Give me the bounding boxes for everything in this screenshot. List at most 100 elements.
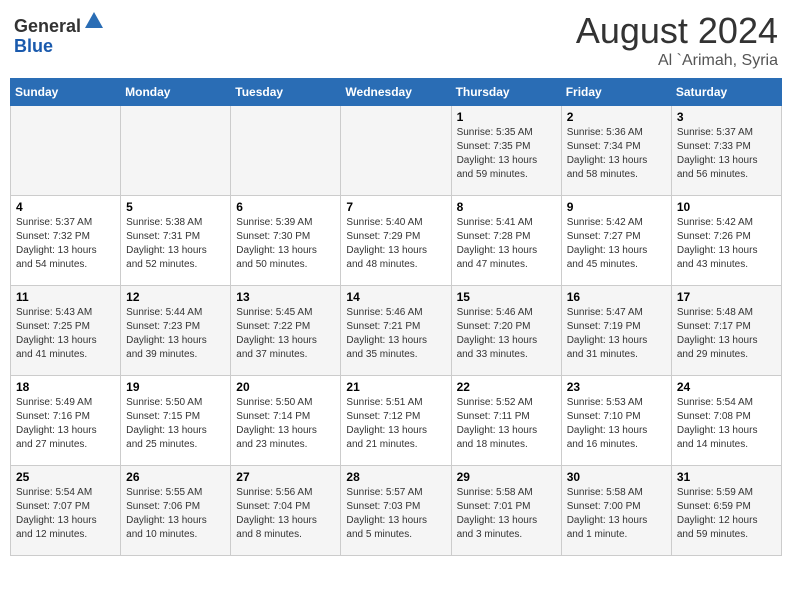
- day-number: 3: [677, 110, 776, 124]
- day-number: 5: [126, 200, 225, 214]
- week-row-2: 4Sunrise: 5:37 AM Sunset: 7:32 PM Daylig…: [11, 196, 782, 286]
- day-cell-5: 5 Sunrise: 5:38 AM Sunset: 7:31 PM Daylig…: [121, 196, 231, 286]
- month-year: August 2024: [576, 10, 778, 52]
- day-number: 6: [236, 200, 335, 214]
- day-info: Sunrise: 5:54 AM Sunset: 7:07 PM Dayligh…: [16, 486, 115, 542]
- day-info: Sunrise: 5:40 AM Sunset: 7:29 PM Dayligh…: [346, 216, 445, 272]
- week-row-1: 1Sunrise: 5:35 AM Sunset: 7:35 PM Daylig…: [11, 106, 782, 196]
- day-cell-2: 2Sunrise: 5:36 AM Sunset: 7:34 PM Daylig…: [561, 106, 671, 196]
- weekday-header-row: SundayMondayTuesdayWednesdayThursdayFrid…: [11, 79, 782, 106]
- day-cell-3: 3 Sunrise: 5:37 AM Sunset: 7:33 PM Daylig…: [671, 106, 781, 196]
- logo: General Blue: [14, 10, 105, 57]
- day-cell-27: 27 Sunrise: 5:56 AM Sunset: 7:04 PM Dayli…: [231, 466, 341, 556]
- day-cell-17: 17 Sunrise: 5:48 AM Sunset: 7:17 PM Dayli…: [671, 286, 781, 376]
- day-number: 31: [677, 470, 776, 484]
- weekday-header-saturday: Saturday: [671, 79, 781, 106]
- day-cell-20: 20 Sunrise: 5:50 AM Sunset: 7:14 PM Dayli…: [231, 376, 341, 466]
- day-info: Sunrise: 5:37 AM Sunset: 7:33 PM Dayligh…: [677, 126, 776, 182]
- day-number: 30: [567, 470, 666, 484]
- day-cell-8: 8 Sunrise: 5:41 AM Sunset: 7:28 PM Daylig…: [451, 196, 561, 286]
- day-cell-14: 14Sunrise: 5:46 AM Sunset: 7:21 PM Dayli…: [341, 286, 451, 376]
- day-cell-31: 31 Sunrise: 5:59 AM Sunset: 6:59 PM Dayli…: [671, 466, 781, 556]
- day-cell-12: 12 Sunrise: 5:44 AM Sunset: 7:23 PM Dayli…: [121, 286, 231, 376]
- day-info: Sunrise: 5:45 AM Sunset: 7:22 PM Dayligh…: [236, 306, 335, 362]
- logo-blue: Blue: [14, 36, 53, 56]
- location: Al `Arimah, Syria: [576, 52, 778, 70]
- day-number: 4: [16, 200, 115, 214]
- day-cell-30: 30 Sunrise: 5:58 AM Sunset: 7:00 PM Dayli…: [561, 466, 671, 556]
- day-info: Sunrise: 5:48 AM Sunset: 7:17 PM Dayligh…: [677, 306, 776, 362]
- day-number: 13: [236, 290, 335, 304]
- day-cell-25: 25 Sunrise: 5:54 AM Sunset: 7:07 PM Dayli…: [11, 466, 121, 556]
- day-number: 22: [457, 380, 556, 394]
- day-cell-26: 26 Sunrise: 5:55 AM Sunset: 7:06 PM Dayli…: [121, 466, 231, 556]
- day-number: 16: [567, 290, 666, 304]
- day-cell-7: 7 Sunrise: 5:40 AM Sunset: 7:29 PM Daylig…: [341, 196, 451, 286]
- day-cell-21: 21Sunrise: 5:51 AM Sunset: 7:12 PM Dayli…: [341, 376, 451, 466]
- empty-cell: [11, 106, 121, 196]
- day-info: Sunrise: 5:56 AM Sunset: 7:04 PM Dayligh…: [236, 486, 335, 542]
- day-info: Sunrise: 5:58 AM Sunset: 7:01 PM Dayligh…: [457, 486, 556, 542]
- day-info: Sunrise: 5:52 AM Sunset: 7:11 PM Dayligh…: [457, 396, 556, 452]
- day-info: Sunrise: 5:36 AM Sunset: 7:34 PM Dayligh…: [567, 126, 666, 182]
- day-cell-1: 1Sunrise: 5:35 AM Sunset: 7:35 PM Daylig…: [451, 106, 561, 196]
- day-info: Sunrise: 5:55 AM Sunset: 7:06 PM Dayligh…: [126, 486, 225, 542]
- day-cell-24: 24 Sunrise: 5:54 AM Sunset: 7:08 PM Dayli…: [671, 376, 781, 466]
- day-cell-23: 23Sunrise: 5:53 AM Sunset: 7:10 PM Dayli…: [561, 376, 671, 466]
- day-number: 9: [567, 200, 666, 214]
- day-number: 20: [236, 380, 335, 394]
- day-info: Sunrise: 5:59 AM Sunset: 6:59 PM Dayligh…: [677, 486, 776, 542]
- day-cell-28: 28 Sunrise: 5:57 AM Sunset: 7:03 PM Dayli…: [341, 466, 451, 556]
- day-number: 26: [126, 470, 225, 484]
- empty-cell: [121, 106, 231, 196]
- day-info: Sunrise: 5:44 AM Sunset: 7:23 PM Dayligh…: [126, 306, 225, 362]
- day-cell-9: 9 Sunrise: 5:42 AM Sunset: 7:27 PM Daylig…: [561, 196, 671, 286]
- day-cell-10: 10 Sunrise: 5:42 AM Sunset: 7:26 PM Dayli…: [671, 196, 781, 286]
- day-info: Sunrise: 5:42 AM Sunset: 7:26 PM Dayligh…: [677, 216, 776, 272]
- day-number: 18: [16, 380, 115, 394]
- header: General Blue August 2024 Al `Arimah, Syr…: [10, 10, 782, 70]
- logo-icon: [83, 10, 105, 32]
- day-number: 10: [677, 200, 776, 214]
- day-info: Sunrise: 5:38 AM Sunset: 7:31 PM Dayligh…: [126, 216, 225, 272]
- day-info: Sunrise: 5:46 AM Sunset: 7:21 PM Dayligh…: [346, 306, 445, 362]
- day-number: 7: [346, 200, 445, 214]
- day-info: Sunrise: 5:58 AM Sunset: 7:00 PM Dayligh…: [567, 486, 666, 542]
- day-info: Sunrise: 5:49 AM Sunset: 7:16 PM Dayligh…: [16, 396, 115, 452]
- weekday-header-friday: Friday: [561, 79, 671, 106]
- day-info: Sunrise: 5:35 AM Sunset: 7:35 PM Dayligh…: [457, 126, 556, 182]
- day-number: 29: [457, 470, 556, 484]
- day-info: Sunrise: 5:50 AM Sunset: 7:14 PM Dayligh…: [236, 396, 335, 452]
- day-cell-13: 13 Sunrise: 5:45 AM Sunset: 7:22 PM Dayli…: [231, 286, 341, 376]
- day-info: Sunrise: 5:42 AM Sunset: 7:27 PM Dayligh…: [567, 216, 666, 272]
- weekday-header-sunday: Sunday: [11, 79, 121, 106]
- day-cell-19: 19Sunrise: 5:50 AM Sunset: 7:15 PM Dayli…: [121, 376, 231, 466]
- day-info: Sunrise: 5:39 AM Sunset: 7:30 PM Dayligh…: [236, 216, 335, 272]
- week-row-5: 25 Sunrise: 5:54 AM Sunset: 7:07 PM Dayli…: [11, 466, 782, 556]
- day-number: 12: [126, 290, 225, 304]
- day-info: Sunrise: 5:50 AM Sunset: 7:15 PM Dayligh…: [126, 396, 225, 452]
- day-number: 17: [677, 290, 776, 304]
- empty-cell: [341, 106, 451, 196]
- day-number: 28: [346, 470, 445, 484]
- day-number: 15: [457, 290, 556, 304]
- day-number: 8: [457, 200, 556, 214]
- day-cell-11: 11 Sunrise: 5:43 AM Sunset: 7:25 PM Dayli…: [11, 286, 121, 376]
- day-info: Sunrise: 5:41 AM Sunset: 7:28 PM Dayligh…: [457, 216, 556, 272]
- day-number: 24: [677, 380, 776, 394]
- day-info: Sunrise: 5:54 AM Sunset: 7:08 PM Dayligh…: [677, 396, 776, 452]
- day-number: 11: [16, 290, 115, 304]
- day-info: Sunrise: 5:46 AM Sunset: 7:20 PM Dayligh…: [457, 306, 556, 362]
- logo-general: General: [14, 16, 81, 36]
- weekday-header-thursday: Thursday: [451, 79, 561, 106]
- day-cell-18: 18 Sunrise: 5:49 AM Sunset: 7:16 PM Dayli…: [11, 376, 121, 466]
- week-row-4: 18 Sunrise: 5:49 AM Sunset: 7:16 PM Dayli…: [11, 376, 782, 466]
- weekday-header-monday: Monday: [121, 79, 231, 106]
- day-number: 25: [16, 470, 115, 484]
- day-info: Sunrise: 5:57 AM Sunset: 7:03 PM Dayligh…: [346, 486, 445, 542]
- day-info: Sunrise: 5:43 AM Sunset: 7:25 PM Dayligh…: [16, 306, 115, 362]
- logo-text: General Blue: [14, 10, 105, 57]
- week-row-3: 11 Sunrise: 5:43 AM Sunset: 7:25 PM Dayli…: [11, 286, 782, 376]
- day-number: 21: [346, 380, 445, 394]
- day-number: 27: [236, 470, 335, 484]
